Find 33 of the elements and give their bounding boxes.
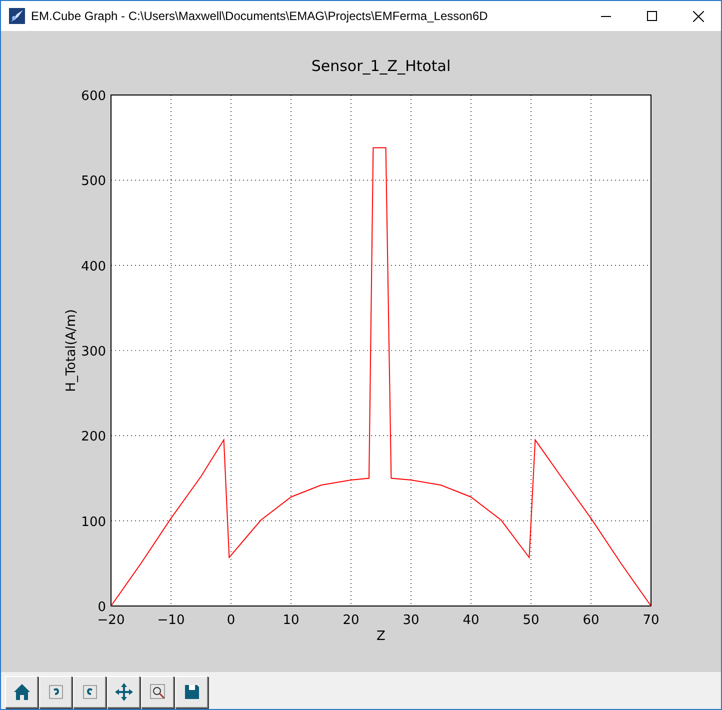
- tick-label: 500: [81, 174, 106, 190]
- tick-label: 100: [81, 514, 106, 530]
- tick-label: 0: [98, 600, 106, 615]
- move-arrows-icon: [114, 682, 134, 702]
- tick-label: 60: [582, 613, 600, 628]
- back-button[interactable]: [39, 676, 72, 708]
- axis-label: Z: [376, 629, 386, 644]
- tick-label: 50: [522, 613, 540, 628]
- chart-title: Sensor_1_Z_Htotal: [311, 57, 451, 75]
- app-icon: [9, 8, 25, 24]
- tick-label: 200: [81, 430, 106, 445]
- tick-label: 10: [282, 613, 300, 628]
- pan-button[interactable]: [107, 676, 140, 708]
- tick-label: 400: [81, 259, 106, 274]
- tick-label: 20: [342, 613, 360, 628]
- axis-label: H_Total(A/m): [64, 309, 79, 392]
- home-icon: [12, 682, 32, 702]
- tick-label: −20: [97, 613, 125, 628]
- zoom-button[interactable]: [141, 676, 174, 708]
- tick-label: 300: [81, 344, 106, 360]
- forward-button[interactable]: [73, 676, 106, 708]
- zoom-icon: [148, 682, 168, 702]
- save-button[interactable]: [175, 676, 208, 708]
- tick-label: 30: [402, 613, 420, 628]
- tick-label: 40: [462, 613, 480, 628]
- home-button[interactable]: [5, 676, 38, 708]
- tick-label: 70: [642, 613, 660, 628]
- tick-label: −10: [157, 613, 185, 628]
- close-icon: [692, 10, 704, 22]
- tick-label: 600: [81, 89, 106, 104]
- maximize-icon: [647, 11, 657, 21]
- window-title: EM.Cube Graph - C:\Users\Maxwell\Documents\EMAG\Projects\EMFerma_Lesson6D: [31, 9, 489, 23]
- tick-label: 0: [226, 613, 236, 628]
